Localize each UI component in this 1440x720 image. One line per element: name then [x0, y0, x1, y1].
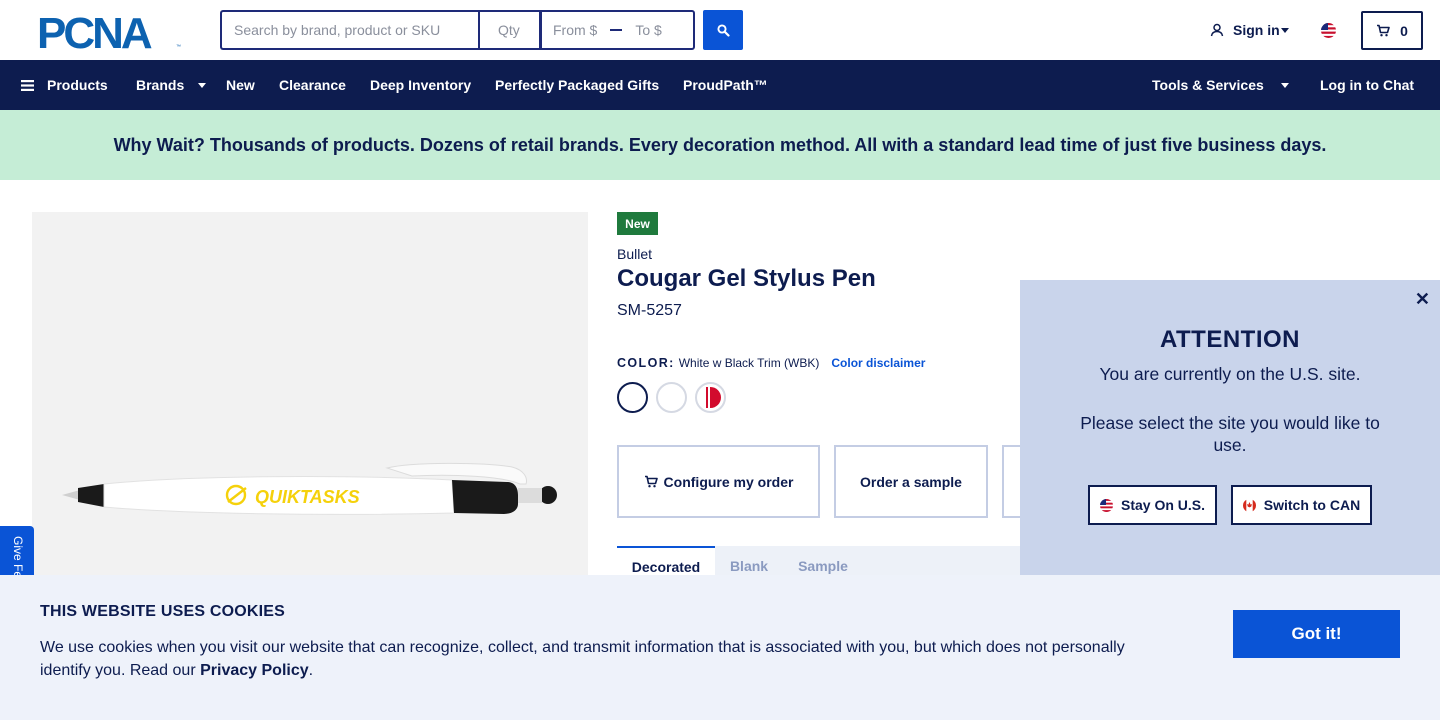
us-flag-icon[interactable] — [1321, 23, 1336, 38]
main-nav: Products Brands New Clearance Deep Inven… — [0, 60, 1440, 110]
product-title: Cougar Gel Stylus Pen — [617, 265, 876, 292]
svg-text:PCNA: PCNA — [37, 12, 152, 50]
cart-icon — [1377, 24, 1390, 37]
search-input[interactable]: Search by brand, product or SKU — [220, 10, 478, 50]
search-icon — [716, 23, 730, 37]
pen-imprint-text: QUIKTASKS — [255, 487, 360, 507]
stay-us-label: Stay On U.S. — [1120, 497, 1206, 513]
svg-text:™: ™ — [176, 44, 181, 50]
nav-new[interactable]: New — [226, 60, 255, 110]
cookie-title: THIS WEBSITE USES COOKIES — [40, 603, 286, 620]
attention-line-1: You are currently on the U.S. site. — [1099, 364, 1361, 384]
site-selector-modal: ✕ ATTENTION You are currently on the U.S… — [1020, 280, 1440, 580]
new-badge: New — [617, 212, 658, 235]
privacy-policy-link[interactable]: Privacy Policy — [200, 662, 309, 679]
chevron-down-icon — [1280, 82, 1289, 88]
cart-button[interactable]: 0 — [1361, 11, 1423, 50]
swatch-white-black[interactable] — [617, 382, 648, 413]
attention-line-2: Please select the site you would like to… — [1080, 413, 1380, 455]
nav-products-label: Products — [47, 77, 108, 93]
nav-tools-services[interactable]: Tools & Services — [1152, 60, 1289, 110]
nav-tools-services-label: Tools & Services — [1152, 77, 1264, 93]
nav-brands-label: Brands — [136, 77, 185, 93]
price-range: From $ To $ — [540, 10, 695, 50]
nav-proudpath[interactable]: ProudPath™ — [683, 60, 768, 110]
order-sample-button[interactable]: Order a sample — [834, 445, 988, 518]
switch-can-button[interactable]: Switch to CAN — [1231, 485, 1372, 525]
cookie-banner: THIS WEBSITE USES COOKIES We use cookies… — [0, 575, 1440, 720]
promo-banner: Why Wait? Thousands of products. Dozens … — [0, 110, 1440, 180]
product-image[interactable]: QUIKTASKS — [32, 212, 588, 582]
chevron-down-icon — [198, 82, 207, 88]
order-sample-label: Order a sample — [860, 473, 962, 490]
color-label: COLOR: — [617, 356, 675, 370]
nav-clearance[interactable]: Clearance — [279, 60, 346, 110]
product-brand[interactable]: Bullet — [617, 246, 652, 262]
nav-brands[interactable]: Brands — [136, 60, 207, 110]
sign-in-menu[interactable]: Sign in — [1210, 22, 1289, 38]
cookie-period: . — [308, 662, 314, 679]
user-icon — [1210, 23, 1224, 37]
promo-text: Why Wait? Thousands of products. Dozens … — [113, 134, 1327, 155]
cart-count: 0 — [1400, 22, 1408, 39]
price-to-input[interactable]: To $ — [635, 22, 661, 38]
nav-perfectly-packaged-gifts[interactable]: Perfectly Packaged Gifts — [495, 60, 659, 110]
cart-icon — [644, 475, 658, 488]
pcna-logo[interactable]: PCNA ™ — [37, 12, 184, 50]
swatch-white-red[interactable] — [695, 382, 726, 413]
hamburger-icon — [21, 79, 34, 91]
got-it-button[interactable]: Got it! — [1233, 610, 1400, 658]
color-disclaimer-link[interactable]: Color disclaimer — [831, 356, 925, 370]
switch-can-label: Switch to CAN — [1263, 497, 1361, 513]
site-header: PCNA ™ Search by brand, product or SKU Q… — [0, 0, 1440, 60]
product-sku: SM-5257 — [617, 302, 682, 319]
chevron-down-icon — [1280, 27, 1289, 33]
configure-order-label: Configure my order — [663, 473, 794, 490]
range-dash — [610, 29, 623, 31]
nav-deep-inventory[interactable]: Deep Inventory — [370, 60, 471, 110]
search-bar: Search by brand, product or SKU Qty From… — [220, 10, 695, 50]
close-icon[interactable]: ✕ — [1415, 289, 1430, 310]
configure-order-button[interactable]: Configure my order — [617, 445, 820, 518]
qty-input[interactable]: Qty — [478, 10, 540, 50]
nav-products[interactable]: Products — [21, 60, 108, 110]
canada-flag-icon — [1242, 498, 1256, 512]
price-from-input[interactable]: From $ — [553, 22, 597, 38]
search-button[interactable] — [703, 10, 743, 50]
stay-us-button[interactable]: Stay On U.S. — [1088, 485, 1217, 525]
swatch-white[interactable] — [656, 382, 687, 413]
attention-title: ATTENTION — [1159, 326, 1301, 353]
sign-in-label: Sign in — [1233, 22, 1280, 38]
us-flag-icon — [1099, 498, 1113, 512]
color-value: White w Black Trim (WBK) — [678, 356, 820, 370]
color-row: COLOR: White w Black Trim (WBK) Color di… — [617, 356, 925, 370]
nav-log-in-chat[interactable]: Log in to Chat — [1320, 60, 1414, 110]
pen-illustration: QUIKTASKS — [62, 462, 557, 515]
cookie-text: We use cookies when you visit our websit… — [40, 636, 1160, 682]
